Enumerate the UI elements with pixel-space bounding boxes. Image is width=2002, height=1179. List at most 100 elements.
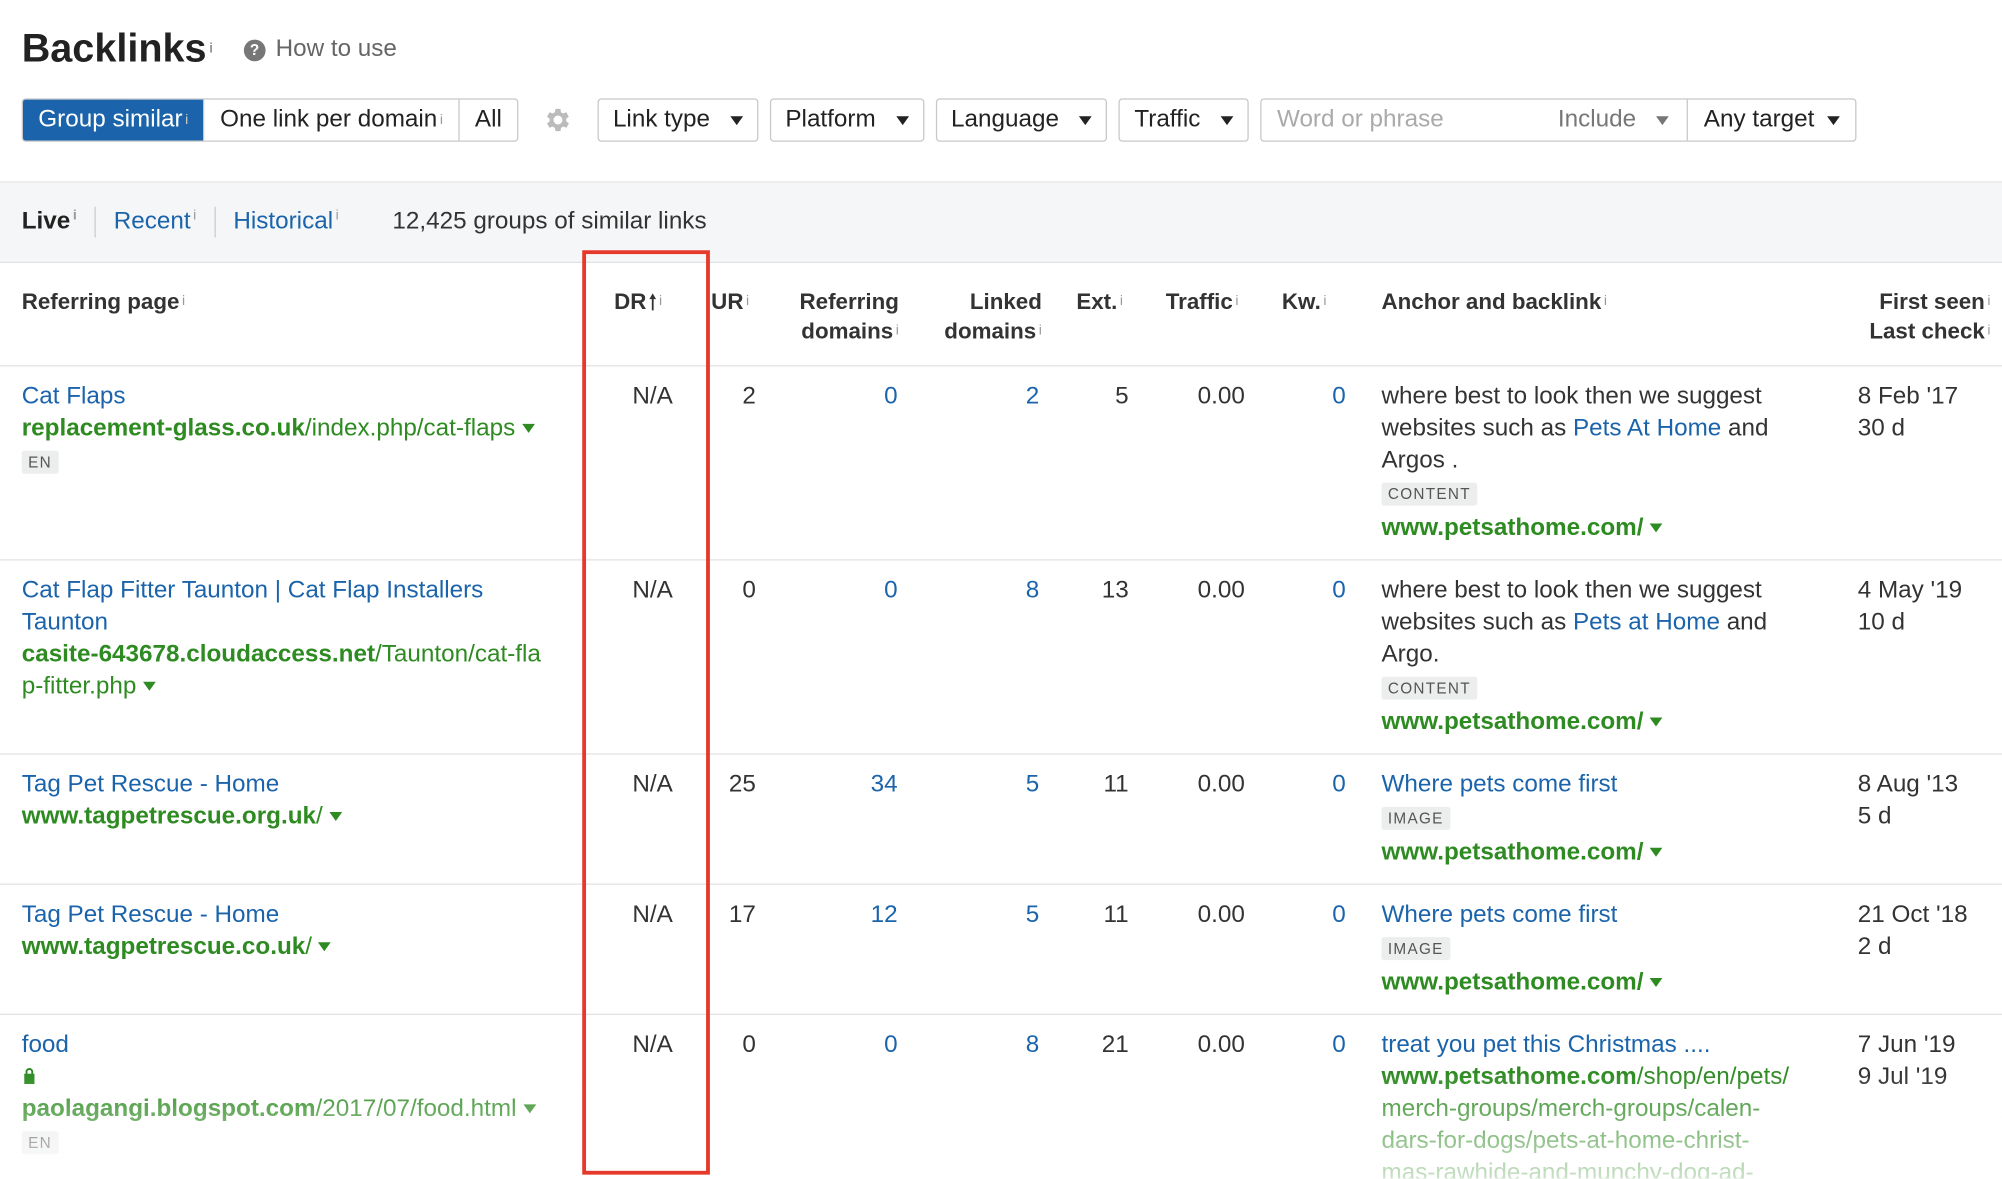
all-button[interactable]: All xyxy=(458,99,517,141)
linked-domains-value[interactable]: 8 xyxy=(1026,1029,1040,1061)
anchor-link[interactable]: treat you pet this Christmas .... xyxy=(1381,1029,1828,1061)
ur-value: 25 xyxy=(728,771,756,798)
kw-value[interactable]: 0 xyxy=(1332,380,1346,412)
column-ext[interactable]: Ext. i xyxy=(1076,287,1123,316)
anchor-text: where best to look then we suggest websi… xyxy=(1381,383,1769,474)
ext-value: 13 xyxy=(1101,577,1129,604)
traffic-dropdown[interactable]: Traffic xyxy=(1118,98,1249,142)
groups-count: 12,425 groups of similar links xyxy=(392,208,707,235)
referring-page-cell: Tag Pet Rescue - Home www.tagpetrescue.o… xyxy=(22,769,574,833)
sort-ascending-icon: 🠑 xyxy=(648,292,657,315)
column-kw[interactable]: Kw. i xyxy=(1282,287,1327,316)
column-traffic[interactable]: Traffic i xyxy=(1166,287,1239,316)
backlink-url[interactable]: www.petsathome.com/ xyxy=(1381,836,1821,868)
caret-down-icon[interactable] xyxy=(329,812,342,822)
how-to-use-link[interactable]: ? How to use xyxy=(243,36,397,64)
referring-page-title[interactable]: Cat Flaps xyxy=(22,380,574,412)
referring-page-title[interactable]: food xyxy=(22,1029,574,1061)
column-ur[interactable]: UR i xyxy=(711,287,749,316)
column-referring-page[interactable]: Referring page i xyxy=(22,287,185,316)
caret-down-icon xyxy=(730,115,744,125)
backlink-url[interactable]: www.petsathome.com/ xyxy=(1381,512,1821,544)
caret-down-icon[interactable] xyxy=(142,682,156,692)
referring-page-cell: Tag Pet Rescue - Home www.tagpetrescue.c… xyxy=(22,899,574,963)
gear-icon[interactable] xyxy=(541,105,572,136)
anchor-link[interactable]: Where pets come first xyxy=(1381,899,1821,931)
linked-domains-value[interactable]: 5 xyxy=(1026,899,1040,931)
group-similar-button[interactable]: Group similar i xyxy=(22,99,204,141)
tab-recent[interactable]: Recent i xyxy=(114,208,197,236)
caret-down-icon xyxy=(1220,115,1234,125)
caret-down-icon[interactable] xyxy=(522,1105,536,1114)
caret-down-icon[interactable] xyxy=(1649,848,1663,858)
traffic-value: 0.00 xyxy=(1197,1031,1245,1059)
filter-toolbar: Group similar i One link per domain i All … xyxy=(21,98,1857,142)
column-dr[interactable]: DR 🠑 i xyxy=(614,287,662,318)
linked-domains-value[interactable]: 8 xyxy=(1026,575,1040,607)
referring-domains-value[interactable]: 0 xyxy=(884,1029,898,1061)
info-icon: i xyxy=(658,293,663,309)
caret-down-icon[interactable] xyxy=(521,424,535,434)
backlink-url[interactable]: www.petsathome.com/shop/en/pets/ merch-g… xyxy=(1381,1061,1828,1179)
caret-down-icon xyxy=(1079,115,1093,125)
first-seen-date: 21 Oct '18 xyxy=(1857,901,1968,929)
kw-value[interactable]: 0 xyxy=(1332,1029,1346,1061)
column-linked-domains[interactable]: Linked domains i xyxy=(944,287,1042,346)
referring-domains-value[interactable]: 34 xyxy=(871,769,898,801)
referring-page-url[interactable]: paolagangi.blogspot.com/2017/07/food.htm… xyxy=(22,1093,574,1125)
info-icon: i xyxy=(1987,293,1991,309)
referring-page-title[interactable]: Tag Pet Rescue - Home xyxy=(22,899,574,931)
referring-page-title[interactable]: Cat Flap Fitter Taunton | Cat Flap Insta… xyxy=(22,575,574,639)
caret-down-icon[interactable] xyxy=(1649,524,1663,534)
linked-domains-value[interactable]: 2 xyxy=(1026,380,1040,412)
kw-value[interactable]: 0 xyxy=(1332,899,1346,931)
dates-cell: 4 May '19 10 d xyxy=(1858,575,1962,639)
link-type-dropdown[interactable]: Link type xyxy=(597,98,759,142)
anchor-link[interactable]: Pets at Home xyxy=(1573,609,1720,636)
referring-page-url[interactable]: casite-643678.cloudaccess.net/Taunton/ca… xyxy=(22,638,574,702)
column-anchor-and-backlink[interactable]: Anchor and backlink i xyxy=(1381,287,1606,316)
dates-cell: 21 Oct '18 2 d xyxy=(1858,899,1968,963)
divider xyxy=(94,206,96,238)
referring-page-cell: food paolagangi.blogspot.com/2017/07/foo… xyxy=(21,1029,574,1157)
tab-live[interactable]: Live i xyxy=(22,208,77,236)
include-dropdown[interactable]: Include xyxy=(1543,99,1689,141)
word-or-phrase-input[interactable] xyxy=(1261,99,1543,141)
anchor-text: where best to look then we suggest websi… xyxy=(1381,577,1768,668)
caret-down-icon[interactable] xyxy=(318,942,332,952)
dr-value: N/A xyxy=(632,771,673,798)
anchor-link[interactable]: Where pets come first xyxy=(1381,769,1821,801)
kw-value[interactable]: 0 xyxy=(1332,769,1346,801)
table-row: Cat Flaps replacement-glass.co.uk/index.… xyxy=(0,366,2002,561)
backlink-url[interactable]: www.petsathome.com/ xyxy=(1381,967,1821,999)
referring-page-title[interactable]: Tag Pet Rescue - Home xyxy=(22,769,574,801)
kw-value[interactable]: 0 xyxy=(1332,575,1346,607)
referring-domains-value[interactable]: 0 xyxy=(884,575,898,607)
language-dropdown[interactable]: Language xyxy=(935,98,1108,142)
any-target-dropdown[interactable]: Any target xyxy=(1688,100,1855,141)
info-icon: i xyxy=(335,208,339,224)
referring-page-url[interactable]: www.tagpetrescue.co.uk/ xyxy=(22,931,574,963)
dr-value: N/A xyxy=(632,901,673,929)
platform-dropdown[interactable]: Platform xyxy=(770,98,925,142)
info-icon: i xyxy=(1987,323,1991,339)
referring-domains-value[interactable]: 0 xyxy=(884,380,898,412)
caret-down-icon[interactable] xyxy=(1649,978,1663,988)
anchor-cell: Where pets come first IMAGE www.petsatho… xyxy=(1381,769,1821,869)
first-seen-date: 8 Aug '13 xyxy=(1857,771,1959,798)
table-row: Cat Flap Fitter Taunton | Cat Flap Insta… xyxy=(0,561,2002,755)
linked-domains-value[interactable]: 5 xyxy=(1026,769,1040,801)
column-referring-domains[interactable]: Referring domains i xyxy=(800,287,899,346)
tab-historical[interactable]: Historical i xyxy=(233,208,338,236)
anchor-link[interactable]: Pets At Home xyxy=(1573,415,1721,442)
language-badge: EN xyxy=(21,1131,59,1155)
caret-down-icon[interactable] xyxy=(1649,718,1663,728)
last-check-date: 5 d xyxy=(1857,803,1892,830)
one-link-per-domain-button[interactable]: One link per domain i xyxy=(203,99,459,141)
info-icon[interactable]: i xyxy=(209,41,213,56)
column-first-seen-last-check[interactable]: First seen i Last check i xyxy=(1869,287,1990,346)
referring-page-url[interactable]: www.tagpetrescue.org.uk/ xyxy=(22,801,574,833)
referring-domains-value[interactable]: 12 xyxy=(871,899,898,931)
backlink-url[interactable]: www.petsathome.com/ xyxy=(1381,706,1821,738)
referring-page-url[interactable]: replacement-glass.co.uk/index.php/cat-fl… xyxy=(22,412,574,444)
